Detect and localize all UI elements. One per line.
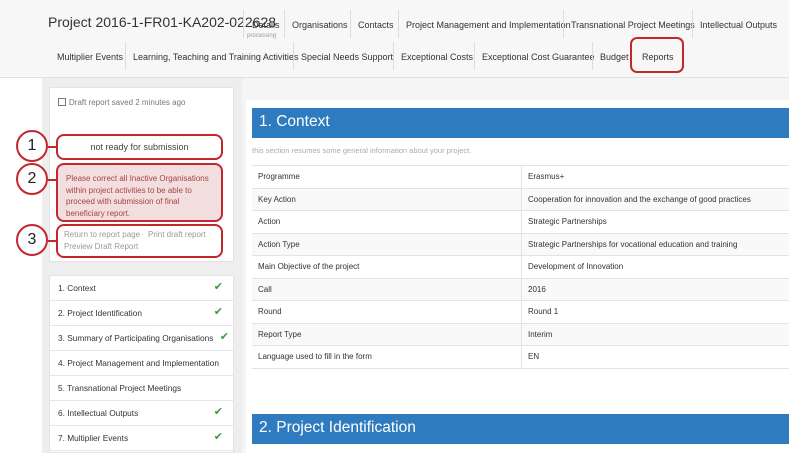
table-row: Call 2016 <box>252 278 789 301</box>
section-menu: 1. Context ✔ 2. Project Identification ✔… <box>49 275 234 453</box>
project-status: processing <box>247 33 277 39</box>
check-icon: ✔ <box>219 331 229 343</box>
identification-section-header: 2. Project Identification <box>252 414 789 444</box>
tab-budget[interactable]: Budget <box>600 52 629 62</box>
tab-multiplier-events[interactable]: Multiplier Events <box>57 52 123 62</box>
tab-divider <box>474 42 475 70</box>
menu-item-multiplier-events[interactable]: 7. Multiplier Events ✔ <box>50 426 233 451</box>
tab-contacts[interactable]: Contacts <box>358 20 394 30</box>
callout-2: 2 <box>16 163 48 195</box>
row-value: Development of Innovation <box>528 262 624 271</box>
row-key: Report Type <box>258 329 302 339</box>
draft-saved-status: Draft report saved 2 minutes ago <box>58 98 186 107</box>
context-heading: 1. Context <box>259 113 330 130</box>
row-key: Programme <box>258 172 300 181</box>
table-row: Action Type Strategic Partnerships for vo… <box>252 233 789 256</box>
tab-divider <box>692 10 693 38</box>
tab-divider <box>284 10 285 38</box>
menu-item-label: 2. Project Identification <box>58 308 142 318</box>
callout-connector <box>48 240 57 242</box>
table-row: Action Strategic Partnerships <box>252 211 789 234</box>
menu-item-label: 1. Context <box>58 283 96 293</box>
table-row: Key Action Cooperation for innovation and… <box>252 188 789 211</box>
row-value: Round 1 <box>528 307 559 316</box>
print-draft-link[interactable]: Print draft report <box>148 230 206 239</box>
menu-item-label: 4. Project Management and Implementation <box>58 358 219 368</box>
row-value: Strategic Partnerships for vocational ed… <box>528 239 738 249</box>
tab-exceptional-cost-guarantee[interactable]: Exceptional Cost Guarantee <box>482 52 595 62</box>
tab-exceptional-costs[interactable]: Exceptional Costs <box>401 52 473 62</box>
row-value: Interim <box>528 329 553 339</box>
tab-divider <box>243 10 244 38</box>
row-key: Main Objective of the project <box>258 262 360 271</box>
top-header: Project 2016-1-FR01-KA202-022628 process… <box>0 0 789 78</box>
row-key: Round <box>258 307 282 316</box>
table-row: Programme Erasmus+ <box>252 166 789 189</box>
tab-divider <box>398 10 399 38</box>
table-row: Language used to fill in the form EN <box>252 346 789 369</box>
menu-item-project-identification[interactable]: 2. Project Identification ✔ <box>50 301 233 326</box>
row-value: 2016 <box>528 284 546 294</box>
tab-divider <box>592 42 593 70</box>
preview-draft-link[interactable]: Preview Draft Report <box>64 242 138 251</box>
table-row: Round Round 1 <box>252 301 789 324</box>
tab-learning-activities[interactable]: Learning, Teaching and Training Activiti… <box>133 52 298 62</box>
menu-item-context[interactable]: 1. Context ✔ <box>50 276 233 301</box>
row-value: Strategic Partnerships <box>528 217 607 226</box>
callout-1: 1 <box>16 130 48 162</box>
project-heading: Project 2016-1-FR01-KA202-022628 process… <box>48 14 277 39</box>
context-table: Programme Erasmus+ Key Action Cooperation … <box>252 165 789 369</box>
submission-status: not ready for submission <box>56 134 223 160</box>
row-key: Key Action <box>258 194 296 204</box>
menu-item-label: 7. Multiplier Events <box>58 433 129 443</box>
save-icon <box>58 98 66 106</box>
tab-divider <box>563 10 564 38</box>
menu-item-label: 5. Transnational Project Meetings <box>58 383 182 393</box>
tab-divider <box>393 42 394 70</box>
return-to-report-link[interactable]: Return to report page <box>64 230 140 239</box>
check-icon: ✔ <box>213 431 223 443</box>
tab-project-management[interactable]: Project Management and Implementation <box>406 20 571 30</box>
check-icon: ✔ <box>213 406 223 418</box>
menu-item-label: 6. Intellectual Outputs <box>58 408 139 418</box>
context-intro: this section resumes some general inform… <box>252 146 472 155</box>
row-key: Language used to fill in the form <box>258 352 372 361</box>
menu-item-participating-organisations[interactable]: 3. Summary of Participating Organisation… <box>50 326 233 351</box>
context-section-header: 1. Context <box>252 108 789 138</box>
tab-divider <box>125 42 126 70</box>
tab-details[interactable]: Details <box>252 20 280 30</box>
tab-intellectual-outputs[interactable]: Intellectual Outputs <box>700 20 777 30</box>
link-separator: · <box>141 230 144 239</box>
tab-divider <box>350 10 351 38</box>
tab-special-needs[interactable]: Special Needs Support <box>301 52 393 62</box>
menu-item-intellectual-outputs[interactable]: 6. Intellectual Outputs ✔ <box>50 401 233 426</box>
row-key: Call <box>258 284 272 294</box>
menu-item-transnational-meetings[interactable]: 5. Transnational Project Meetings <box>50 376 233 401</box>
error-message: Please correct all Inactive Organisation… <box>66 174 209 218</box>
check-icon: ✔ <box>213 306 223 318</box>
report-actions: Return to report page · Print draft repo… <box>56 224 223 258</box>
row-value: EN <box>528 352 540 361</box>
row-value: Erasmus+ <box>528 172 565 181</box>
callout-connector <box>48 179 57 181</box>
callout-3: 3 <box>16 224 48 256</box>
tab-divider <box>293 42 294 70</box>
tab-organisations[interactable]: Organisations <box>292 20 348 30</box>
menu-item-label: 3. Summary of Participating Organisation… <box>58 333 214 343</box>
menu-item-project-management[interactable]: 4. Project Management and Implementation <box>50 351 233 376</box>
reports-tab-highlight <box>630 37 684 73</box>
link-separator: · <box>209 230 212 239</box>
row-value: Cooperation for innovation and the excha… <box>528 194 751 204</box>
table-row: Main Objective of the project Development… <box>252 256 789 279</box>
row-key: Action <box>258 217 281 226</box>
tab-transnational-meetings[interactable]: Transnational Project Meetings <box>571 20 695 30</box>
draft-saved-text: Draft report saved 2 minutes ago <box>69 98 186 107</box>
error-alert: Please correct all Inactive Organisation… <box>56 163 223 222</box>
table-row: Report Type Interim <box>252 323 789 346</box>
row-key: Action Type <box>258 239 300 249</box>
check-icon: ✔ <box>213 281 223 293</box>
project-title: Project 2016-1-FR01-KA202-022628 <box>48 14 277 30</box>
identification-heading: 2. Project Identification <box>259 419 416 436</box>
callout-connector <box>48 146 57 148</box>
